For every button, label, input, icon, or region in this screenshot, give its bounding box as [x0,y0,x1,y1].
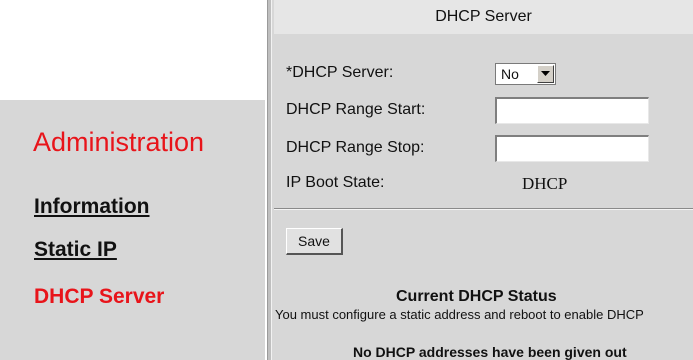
dropdown-arrow-button[interactable] [537,65,554,83]
ip-boot-state-label: IP Boot State: [286,174,385,191]
range-stop-label: DHCP Range Stop: [286,139,425,156]
range-start-input[interactable] [495,97,649,124]
dhcp-server-select[interactable]: No [495,63,556,85]
dhcp-server-select-value: No [501,66,519,82]
range-stop-input[interactable] [495,135,649,162]
ip-boot-state-value: DHCP [522,174,568,193]
sidebar-heading: Administration [33,127,205,157]
range-start-label: DHCP Range Start: [286,101,426,118]
main-panel: DHCP Server *DHCP Server: No DHCP Range … [272,0,693,360]
save-button[interactable]: Save [286,228,343,255]
sidebar-item-static-ip[interactable]: Static IP [34,238,117,262]
page-title: DHCP Server [274,0,693,34]
sidebar-item-information[interactable]: Information [34,195,150,219]
chevron-down-icon [541,71,550,76]
dhcp-server-label: *DHCP Server: [286,64,394,81]
status-addresses: No DHCP addresses have been given out [353,344,627,360]
section-divider [274,208,693,210]
sidebar-item-dhcp-server[interactable]: DHCP Server [34,285,164,309]
status-message: You must configure a static address and … [275,307,644,322]
sidebar-nav: Administration Information Static IP DHC… [0,100,265,360]
status-title: Current DHCP Status [396,288,557,305]
